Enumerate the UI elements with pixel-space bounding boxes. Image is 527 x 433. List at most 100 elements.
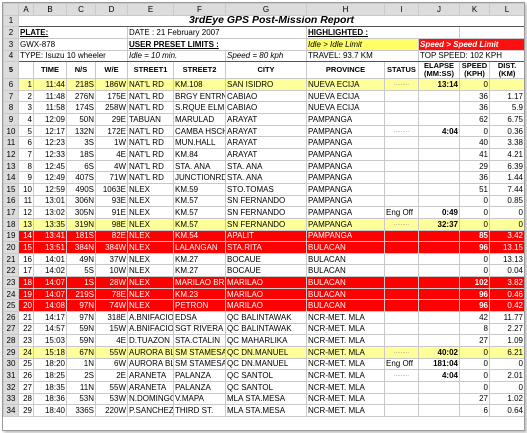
dist-cell[interactable]: 1.17	[489, 89, 524, 103]
row-header[interactable]: 19	[3, 229, 19, 243]
elapse-cell[interactable]	[418, 392, 460, 406]
province-cell[interactable]: NCR-MET. MLA	[306, 369, 385, 382]
header-time[interactable]: TIME	[33, 61, 67, 80]
dist-cell[interactable]: 6.75	[489, 113, 524, 126]
street1-cell[interactable]: A.BNIFACIO	[127, 311, 174, 324]
row-header[interactable]: 11	[3, 136, 19, 150]
we-cell[interactable]: 15W	[95, 322, 128, 336]
street1-cell[interactable]: ARANETA	[127, 380, 174, 394]
time-cell[interactable]: 18:40	[33, 404, 67, 417]
header-speed[interactable]: SPEED (KPH)	[459, 61, 490, 80]
we-cell[interactable]: 4W	[95, 159, 128, 173]
city-cell[interactable]: MARILAO	[225, 299, 307, 313]
street2-cell[interactable]: JUNCTIONRD	[173, 171, 226, 184]
city-cell[interactable]: ARAYAT	[225, 136, 307, 150]
we-cell[interactable]: 258W	[95, 101, 128, 115]
we-cell[interactable]: 98E	[95, 217, 128, 231]
status-cell[interactable]	[384, 264, 419, 278]
row-header[interactable]: 21	[3, 252, 19, 266]
row-index[interactable]: 23	[18, 334, 34, 347]
header-dist[interactable]: DIST. (KM)	[489, 61, 524, 80]
city-cell[interactable]: QC BALINTAWAK	[225, 322, 307, 336]
status-cell[interactable]	[384, 287, 419, 301]
we-cell[interactable]: 28W	[95, 276, 128, 289]
street2-cell[interactable]: STA. ANA	[173, 159, 226, 173]
street1-cell[interactable]: NLEX	[127, 182, 174, 196]
dist-cell[interactable]: 2.01	[489, 369, 524, 382]
speed-cell[interactable]: 51	[459, 182, 490, 196]
status-cell[interactable]	[384, 229, 419, 243]
street2-cell[interactable]: KM.84	[173, 148, 226, 161]
dist-cell[interactable]: 13.13	[489, 252, 524, 266]
ns-cell[interactable]: 384N	[66, 241, 96, 254]
city-cell[interactable]: MLA STA.MESA	[225, 392, 307, 406]
ns-cell[interactable]: 3S	[66, 136, 96, 150]
elapse-cell[interactable]	[418, 404, 460, 417]
elapse-cell[interactable]	[418, 89, 460, 103]
status-cell[interactable]	[384, 159, 419, 173]
street1-cell[interactable]: A.BNIFACIO	[127, 322, 174, 336]
ns-cell[interactable]: 305N	[66, 206, 96, 219]
dist-cell[interactable]: 6.21	[489, 345, 524, 359]
row-index[interactable]: 1	[18, 78, 34, 91]
city-cell[interactable]: SN FERNANDO	[225, 194, 307, 208]
ns-cell[interactable]: 2S	[66, 369, 96, 382]
elapse-cell[interactable]: 4:04	[418, 124, 460, 138]
row-header[interactable]: 20	[3, 241, 19, 254]
province-cell[interactable]: BULACAN	[306, 287, 385, 301]
row-header[interactable]: 16	[3, 194, 19, 208]
elapse-cell[interactable]	[418, 287, 460, 301]
speed-cell[interactable]: 40	[459, 136, 490, 150]
elapse-cell[interactable]: 0:49	[418, 206, 460, 219]
elapse-cell[interactable]	[418, 311, 460, 324]
time-cell[interactable]: 12:23	[33, 136, 67, 150]
speed-cell[interactable]: 41	[459, 148, 490, 161]
street2-cell[interactable]: STA.CTALIN	[173, 334, 226, 347]
we-cell[interactable]: 29E	[95, 113, 128, 126]
speed-cell[interactable]: 85	[459, 229, 490, 243]
time-cell[interactable]: 12:49	[33, 171, 67, 184]
time-cell[interactable]: 12:59	[33, 182, 67, 196]
province-cell[interactable]: PAMPANGA	[306, 148, 385, 161]
street2-cell[interactable]: KM.59	[173, 182, 226, 196]
elapse-cell[interactable]	[418, 229, 460, 243]
header-index[interactable]	[18, 61, 34, 80]
we-cell[interactable]: 78E	[95, 287, 128, 301]
time-cell[interactable]: 12:17	[33, 124, 67, 138]
row-header[interactable]: 3	[3, 37, 19, 51]
dist-cell[interactable]: 0	[489, 380, 524, 394]
row-header[interactable]: 32	[3, 380, 19, 394]
city-cell[interactable]: MARILAO	[225, 276, 307, 289]
speed-cell[interactable]: 36	[459, 171, 490, 184]
city-cell[interactable]: SAN ISIDRO	[225, 78, 307, 91]
dist-cell[interactable]: 0.85	[489, 194, 524, 208]
row-index[interactable]: 28	[18, 392, 34, 406]
row-index[interactable]: 15	[18, 241, 34, 254]
street1-cell[interactable]: NLEX	[127, 241, 174, 254]
ns-cell[interactable]: 53N	[66, 392, 96, 406]
row-header[interactable]: 30	[3, 357, 19, 371]
time-cell[interactable]: 12:33	[33, 148, 67, 161]
time-cell[interactable]: 11:58	[33, 101, 67, 115]
street2-cell[interactable]: SGT RIVERA	[173, 322, 226, 336]
province-cell[interactable]: BULACAN	[306, 299, 385, 313]
ns-cell[interactable]: 11N	[66, 380, 96, 394]
row-index[interactable]: 3	[18, 101, 34, 115]
street1-cell[interactable]: NLEX	[127, 299, 174, 313]
speed-cell[interactable]: 36	[459, 89, 490, 103]
city-cell[interactable]: BOCAUE	[225, 252, 307, 266]
row-header[interactable]: 6	[3, 78, 19, 91]
street1-cell[interactable]: NLEX	[127, 264, 174, 278]
speed-cell[interactable]: 36	[459, 101, 490, 115]
province-cell[interactable]: NUEVA ECIJA	[306, 78, 385, 91]
column-header[interactable]: B	[33, 3, 67, 16]
street2-cell[interactable]: KM.27	[173, 252, 226, 266]
dist-cell[interactable]: 0.64	[489, 404, 524, 417]
street1-cell[interactable]: NAT'L RD	[127, 78, 174, 91]
row-header[interactable]: 24	[3, 287, 19, 301]
ns-cell[interactable]: 5S	[66, 264, 96, 278]
speed-cell[interactable]: 96	[459, 241, 490, 254]
status-cell[interactable]	[384, 241, 419, 254]
street1-cell[interactable]: NLEX	[127, 217, 174, 231]
status-cell[interactable]	[384, 380, 419, 394]
